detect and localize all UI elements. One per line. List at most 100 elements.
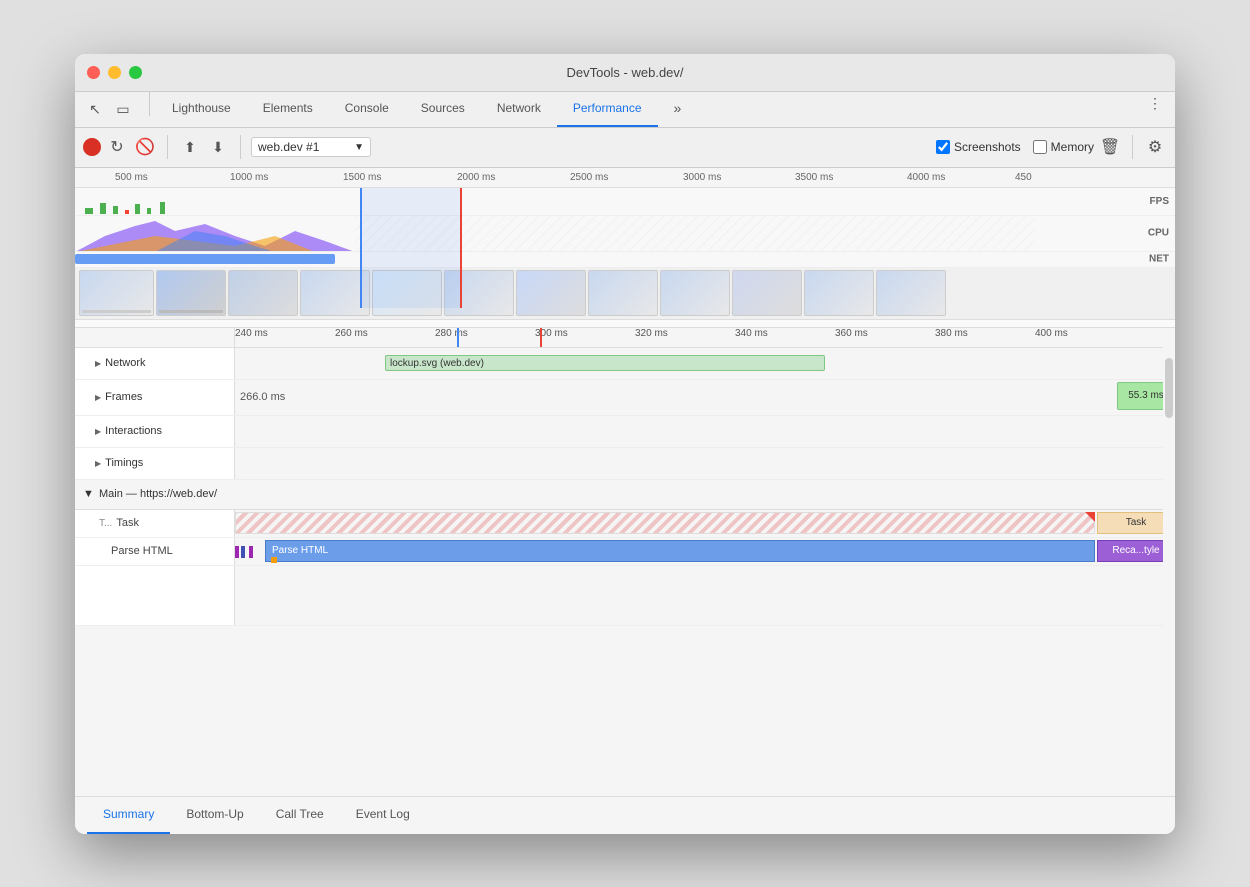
interactions-content xyxy=(235,416,1175,447)
mini-bar-1 xyxy=(235,546,239,558)
screenshot-thumb xyxy=(156,270,226,316)
detail-mark-320: 320 ms xyxy=(635,328,668,339)
chevron-down-icon: ▼ xyxy=(354,142,364,153)
ruler-mark-2000: 2000 ms xyxy=(457,172,495,183)
frames-label[interactable]: ▶ Frames xyxy=(75,380,235,415)
mini-bar-3 xyxy=(249,546,253,558)
network-track: ▶ Network lockup.svg (web.dev) xyxy=(75,348,1175,380)
record-button[interactable] xyxy=(83,138,101,156)
screenshot-thumb xyxy=(876,270,946,316)
network-bar[interactable]: lockup.svg (web.dev) xyxy=(385,355,825,371)
maximize-button[interactable] xyxy=(129,66,142,79)
trash-icon[interactable]: 🗑 xyxy=(1098,135,1122,159)
frames-track: ▶ Frames 266.0 ms 55.3 ms xyxy=(75,380,1175,416)
recalc-text: Reca...tyle xyxy=(1112,545,1159,556)
tab-bottom-up[interactable]: Bottom-Up xyxy=(170,797,259,834)
detail-mark-380: 380 ms xyxy=(935,328,968,339)
timings-label[interactable]: ▶ Timings xyxy=(75,448,235,479)
parse-html-content: Parse HTML Reca...tyle xyxy=(235,538,1175,565)
tab-more[interactable]: » xyxy=(658,92,698,127)
tab-call-tree[interactable]: Call Tree xyxy=(260,797,340,834)
vertical-scrollbar[interactable] xyxy=(1163,328,1175,796)
detail-mark-360: 360 ms xyxy=(835,328,868,339)
screenshot-thumb xyxy=(228,270,298,316)
fps-row: FPS xyxy=(75,188,1175,216)
detail-mark-240: 240 ms xyxy=(235,328,268,339)
tab-console[interactable]: Console xyxy=(329,92,405,127)
parse-html-label: Parse HTML xyxy=(75,538,235,565)
tab-lighthouse[interactable]: Lighthouse xyxy=(156,92,247,127)
tab-performance[interactable]: Performance xyxy=(557,92,658,127)
net-row: NET xyxy=(75,252,1175,268)
sep1 xyxy=(167,135,168,159)
parse-html-row: Parse HTML Parse HTML Reca...tyle xyxy=(75,538,1175,566)
overview-marker-red xyxy=(460,188,462,308)
detail-mark-340: 340 ms xyxy=(735,328,768,339)
screenshot-thumb xyxy=(804,270,874,316)
overview-marker-blue xyxy=(360,188,362,308)
detail-mark-400: 400 ms xyxy=(1035,328,1068,339)
drawer-icon[interactable]: ▭ xyxy=(111,97,135,121)
sep2 xyxy=(240,135,241,159)
triangle-right-icon: ▶ xyxy=(95,359,101,368)
detail-mark-260: 260 ms xyxy=(335,328,368,339)
upload-icon[interactable]: ⬆ xyxy=(178,135,202,159)
parse-html-bar[interactable]: Parse HTML xyxy=(265,540,1095,562)
screenshot-thumb xyxy=(79,270,154,316)
minimize-button[interactable] xyxy=(108,66,121,79)
download-icon[interactable]: ⬇ xyxy=(206,135,230,159)
triangle-right-icon: ▶ xyxy=(95,427,101,436)
scrollbar-thumb[interactable] xyxy=(1165,358,1173,418)
cursor-icon[interactable]: ↖ xyxy=(83,97,107,121)
ruler-mark-1500: 1500 ms xyxy=(343,172,381,183)
ruler-mark-450: 450 xyxy=(1015,172,1032,183)
screenshots-checkbox-item[interactable]: Screenshots xyxy=(936,140,1021,154)
network-label[interactable]: ▶ Network xyxy=(75,348,235,379)
tab-summary[interactable]: Summary xyxy=(87,797,170,834)
screenshot-thumb xyxy=(516,270,586,316)
close-button[interactable] xyxy=(87,66,100,79)
timeline-marker-red xyxy=(540,328,542,348)
net-label: NET xyxy=(1149,254,1169,265)
screenshots-checkbox[interactable] xyxy=(936,140,950,154)
sep3 xyxy=(1132,135,1133,159)
mini-bar-2 xyxy=(241,546,245,558)
reload-icon[interactable]: ↻ xyxy=(105,135,129,159)
triangle-right-icon: ▶ xyxy=(95,459,101,468)
detail-mark-280: 280 ms xyxy=(435,328,468,339)
track-container: ▶ Network lockup.svg (web.dev) ▶ Frames … xyxy=(75,348,1175,796)
fps-label: FPS xyxy=(1150,196,1169,207)
task-label: T... Task xyxy=(75,510,235,537)
memory-checkbox-item[interactable]: Memory xyxy=(1033,140,1094,154)
url-dropdown[interactable]: web.dev #1 ▼ xyxy=(251,137,371,157)
perf-overview: 500 ms 1000 ms 1500 ms 2000 ms 2500 ms 3… xyxy=(75,168,1175,328)
screenshots-row xyxy=(75,268,1175,320)
task-content: Task xyxy=(235,510,1175,537)
bottom-tabs: Summary Bottom-Up Call Tree Event Log xyxy=(75,796,1175,834)
memory-checkbox[interactable] xyxy=(1033,140,1047,154)
ruler-mark-4000: 4000 ms xyxy=(907,172,945,183)
screenshot-thumb xyxy=(660,270,730,316)
tab-event-log[interactable]: Event Log xyxy=(340,797,426,834)
timeline-area: 240 ms 260 ms 280 ms 300 ms 320 ms 340 m… xyxy=(75,328,1175,796)
settings-icon[interactable]: ⚙ xyxy=(1143,135,1167,159)
interactions-label[interactable]: ▶ Interactions xyxy=(75,416,235,447)
tab-elements[interactable]: Elements xyxy=(247,92,329,127)
ruler-spacer xyxy=(75,328,235,347)
more-options-icon[interactable]: ⋮ xyxy=(1143,92,1167,116)
tab-sources[interactable]: Sources xyxy=(405,92,481,127)
task-bar-main[interactable] xyxy=(235,512,1095,534)
tab-network[interactable]: Network xyxy=(481,92,557,127)
frames-value: 266.0 ms xyxy=(240,391,285,403)
window-title: DevTools - web.dev/ xyxy=(566,65,683,80)
long-task-marker xyxy=(1085,512,1095,522)
network-content: lockup.svg (web.dev) xyxy=(235,348,1175,379)
screenshot-thumb xyxy=(588,270,658,316)
overview-ruler: 500 ms 1000 ms 1500 ms 2000 ms 2500 ms 3… xyxy=(75,168,1175,188)
timings-track: ▶ Timings xyxy=(75,448,1175,480)
separator xyxy=(149,92,150,116)
devtools-window: DevTools - web.dev/ ↖ ▭ Lighthouse Eleme… xyxy=(75,54,1175,834)
clear-icon[interactable]: 🚫 xyxy=(133,135,157,159)
detail-ruler: 240 ms 260 ms 280 ms 300 ms 320 ms 340 m… xyxy=(75,328,1175,348)
timings-content xyxy=(235,448,1175,479)
